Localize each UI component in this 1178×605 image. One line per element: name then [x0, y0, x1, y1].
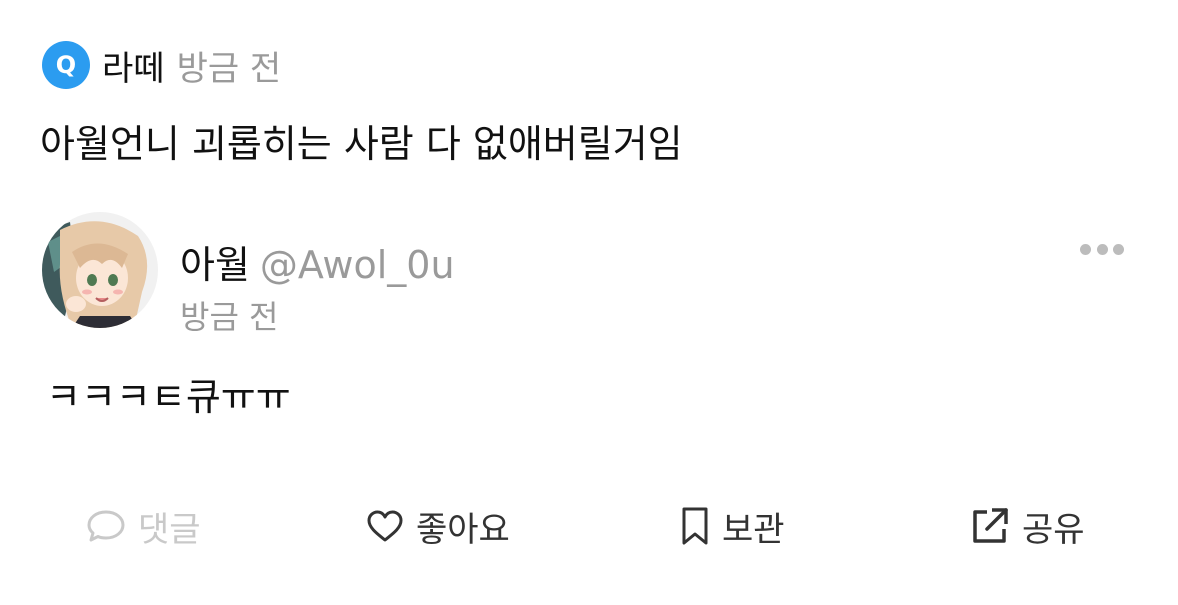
more-icon[interactable] [1080, 238, 1124, 260]
question-text: 아월언니 괴롭히는 사람 다 없애버릴거임 [40, 122, 683, 166]
asker-name[interactable]: 라떼 [102, 41, 165, 90]
answerer-name[interactable]: 아월 [180, 243, 250, 287]
question-timestamp: 방금 전 [176, 48, 282, 89]
share-label: 공유 [1022, 509, 1085, 550]
share-button[interactable]: 공유 [970, 500, 1085, 552]
heart-icon [367, 510, 403, 542]
like-label: 좋아요 [416, 509, 510, 550]
share-icon [973, 508, 1008, 543]
avatar[interactable] [42, 212, 158, 328]
comment-button[interactable]: 댓글 [86, 500, 201, 552]
save-button[interactable]: 보관 [680, 500, 785, 552]
answer-timestamp: 방금 전 [180, 298, 279, 336]
action-bar: 댓글 좋아요 보관 공유 [0, 500, 1178, 552]
question-header: Q 라떼 방금 전 [42, 41, 282, 90]
q-badge-icon: Q [42, 41, 90, 89]
like-button[interactable]: 좋아요 [366, 500, 510, 552]
answerer-line: 아월 @Awol_0u [180, 234, 455, 289]
comment-icon [87, 510, 125, 542]
answerer-handle[interactable]: @Awol_0u [260, 243, 455, 287]
avatar-illustration [42, 212, 158, 328]
answer-text: ㅋㅋㅋㅌ큐ㅠㅠ [46, 375, 291, 419]
answer-header: 아월 @Awol_0u 방금 전 [42, 212, 1132, 336]
more-dot [1096, 243, 1108, 255]
more-dot [1113, 243, 1124, 255]
more-dot [1080, 243, 1091, 255]
comment-label: 댓글 [138, 509, 201, 550]
save-label: 보관 [722, 509, 785, 550]
bookmark-icon [682, 507, 708, 545]
q-badge-letter: Q [55, 51, 77, 79]
